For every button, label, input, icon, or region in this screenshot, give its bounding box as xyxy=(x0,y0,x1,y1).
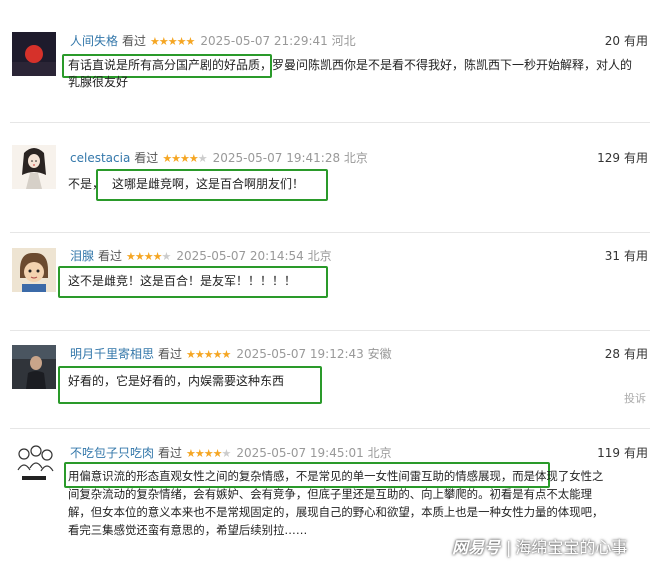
rating-stars: ★★★★★ xyxy=(186,348,231,361)
useful-vote[interactable]: 28 有用 xyxy=(605,346,648,362)
username-link[interactable]: 人间失格 xyxy=(70,34,118,48)
vote-label: 有用 xyxy=(623,34,648,48)
avatar[interactable] xyxy=(12,145,56,189)
divider xyxy=(10,428,650,429)
report-link[interactable]: 投诉 xyxy=(624,390,646,406)
watermark-separator: | xyxy=(506,538,512,557)
vote-label: 有用 xyxy=(623,446,648,460)
watched-label: 看过 xyxy=(158,446,183,460)
useful-vote[interactable]: 20 有用 xyxy=(605,33,648,49)
watermark-logo: 网易号 xyxy=(452,538,501,557)
timestamp: 2025-05-07 19:41:28 北京 xyxy=(212,151,368,165)
vote-label: 有用 xyxy=(623,151,648,165)
useful-vote[interactable]: 31 有用 xyxy=(605,248,648,264)
divider xyxy=(10,232,650,233)
avatar[interactable] xyxy=(12,248,56,292)
watched-label: 看过 xyxy=(158,347,183,361)
useful-vote[interactable]: 119 有用 xyxy=(597,445,648,461)
avatar-photo xyxy=(12,345,56,389)
timestamp: 2025-05-07 20:14:54 北京 xyxy=(176,249,332,263)
watermark-author: 海绵宝宝的心事 xyxy=(515,538,628,557)
divider xyxy=(10,330,650,331)
avatar-sunset-image xyxy=(12,32,56,76)
username-link[interactable]: celestacia xyxy=(70,151,130,165)
rating-stars: ★★★★★ xyxy=(150,35,195,48)
useful-vote[interactable]: 129 有用 xyxy=(597,150,648,166)
vote-count: 119 xyxy=(597,446,620,460)
review-text: 不是， 这哪是雌竞啊，这是百合啊朋友们！ xyxy=(68,177,305,191)
watched-label: 看过 xyxy=(122,34,147,48)
avatar-sketch-figures xyxy=(12,442,56,486)
review-meta: 不吃包子只吃肉 看过 ★★★★★ 2025-05-07 19:45:01 北京 xyxy=(70,445,392,462)
avatar-cartoon-child xyxy=(12,248,56,292)
watched-label: 看过 xyxy=(98,249,123,263)
divider xyxy=(10,122,650,123)
rating-stars: ★★★★★ xyxy=(126,250,171,263)
timestamp: 2025-05-07 19:45:01 北京 xyxy=(236,446,392,460)
vote-label: 有用 xyxy=(623,347,648,361)
vote-count: 31 xyxy=(604,249,620,263)
avatar[interactable] xyxy=(12,345,56,389)
watched-label: 看过 xyxy=(134,151,159,165)
vote-count: 28 xyxy=(604,347,620,361)
review-text: 好看的，它是好看的，内娱需要这种东西 xyxy=(68,374,285,388)
review-text: 这不是雌竞！这是百合！是友军！！！！！ xyxy=(68,274,297,288)
username-link[interactable]: 泪腺 xyxy=(70,249,94,263)
username-link[interactable]: 明月千里寄相思 xyxy=(70,347,154,361)
avatar[interactable] xyxy=(12,32,56,76)
vote-count: 20 xyxy=(604,34,620,48)
timestamp: 2025-05-07 19:12:43 安徽 xyxy=(236,347,392,361)
watermark: 网易号 | 海绵宝宝的心事 xyxy=(452,534,627,558)
rating-stars: ★★★★★ xyxy=(186,447,231,460)
review-meta: 明月千里寄相思 看过 ★★★★★ 2025-05-07 19:12:43 安徽 xyxy=(70,346,392,363)
vote-count: 129 xyxy=(597,151,620,165)
vote-label: 有用 xyxy=(623,249,648,263)
review-meta: 人间失格 看过 ★★★★★ 2025-05-07 21:29:41 河北 xyxy=(70,33,356,50)
rating-stars: ★★★★★ xyxy=(162,152,207,165)
review-meta: celestacia 看过 ★★★★★ 2025-05-07 19:41:28 北京 xyxy=(70,150,368,167)
username-link[interactable]: 不吃包子只吃肉 xyxy=(70,446,154,460)
review-meta: 泪腺 看过 ★★★★★ 2025-05-07 20:14:54 北京 xyxy=(70,248,332,265)
timestamp: 2025-05-07 21:29:41 河北 xyxy=(200,34,356,48)
review-text: 有话直说是所有高分国产剧的好品质，罗曼问陈凯西你是不是看不得我好，陈凯西下一秒开… xyxy=(68,58,633,89)
review-text: 用偏意识流的形态直观女性之间的复杂情感，不是常见的单一女性间雷互助的情感展现，而… xyxy=(68,469,604,537)
avatar[interactable] xyxy=(12,442,56,486)
avatar-girl-illustration xyxy=(12,145,56,189)
